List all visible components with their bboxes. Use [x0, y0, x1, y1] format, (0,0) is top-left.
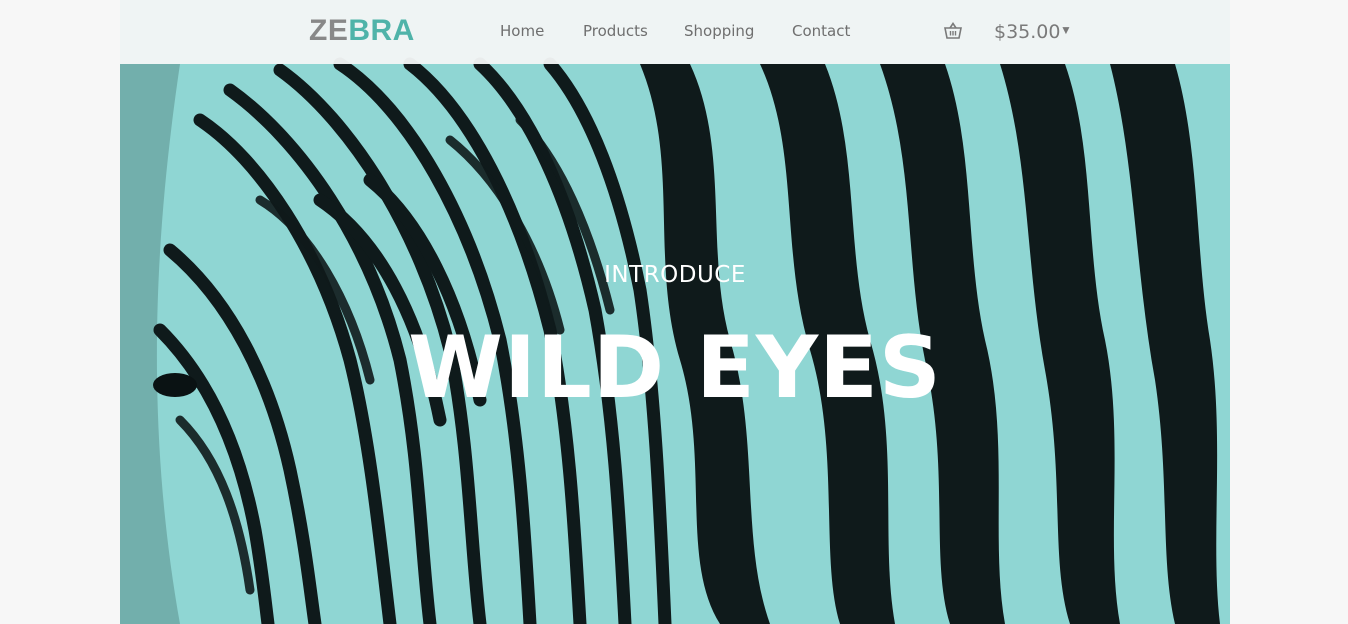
hero-headline: WILD EYES: [408, 318, 942, 418]
basket-icon[interactable]: [944, 22, 962, 40]
logo-part-1: ZE: [309, 14, 349, 47]
caret-down-icon[interactable]: ▼: [1060, 23, 1072, 37]
nav-item-shopping[interactable]: Shopping: [684, 22, 754, 40]
hero-overline: INTRODUCE: [604, 262, 746, 288]
cart-total[interactable]: $35.00: [994, 21, 1060, 43]
site-logo[interactable]: ZEBRA: [309, 13, 415, 49]
nav-item-contact[interactable]: Contact: [792, 22, 850, 40]
nav-item-products[interactable]: Products: [583, 22, 648, 40]
nav-item-home[interactable]: Home: [500, 22, 544, 40]
site-header: ZEBRA Home Products Shopping Contact $35…: [120, 0, 1230, 64]
logo-part-2: BRA: [348, 14, 415, 47]
hero-image: [120, 0, 1230, 624]
page: ZEBRA Home Products Shopping Contact $35…: [120, 0, 1230, 624]
